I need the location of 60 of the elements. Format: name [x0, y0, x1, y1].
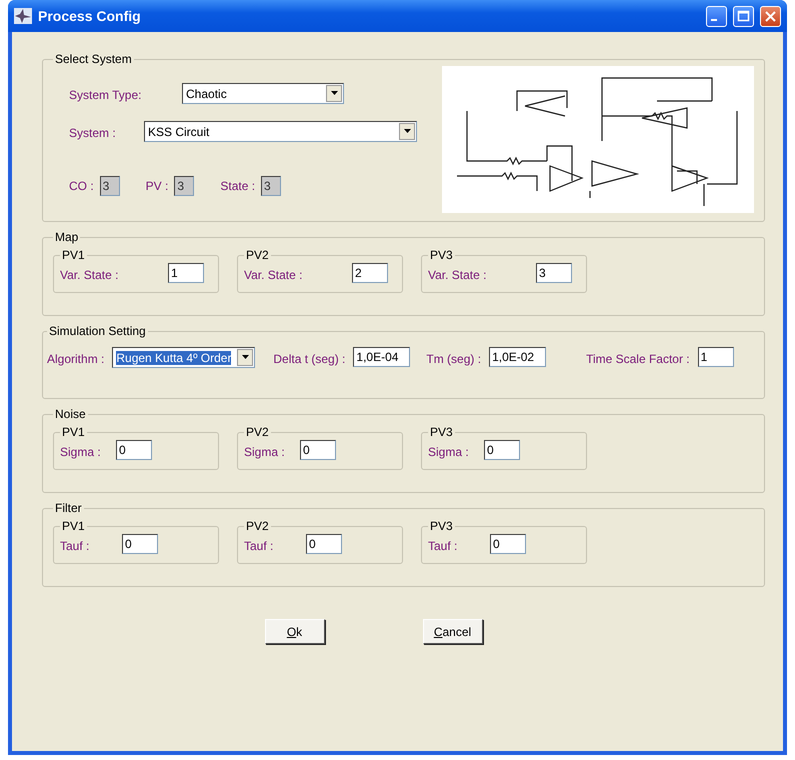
field-label: Algorithm :	[47, 351, 104, 368]
input-field[interactable]: 0	[300, 440, 336, 460]
app-icon	[14, 8, 32, 24]
dialog-button[interactable]: Cancel	[422, 619, 482, 644]
input-field[interactable]: 0	[306, 534, 342, 554]
group-title: PV1	[61, 425, 86, 439]
field-label: PV :	[146, 178, 168, 195]
field-label: System Type:	[69, 87, 142, 104]
field-label: Var. State :	[244, 267, 304, 284]
field-label: Sigma :	[428, 444, 470, 461]
group-title: Select System	[54, 52, 133, 66]
field-label: Tauf :	[60, 538, 90, 555]
minimize-icon	[710, 19, 716, 21]
field-label: Tm (seg) :	[426, 351, 482, 368]
system-type-dropdown[interactable]: Chaotic	[182, 82, 344, 104]
system-dropdown[interactable]: KSS Circuit	[144, 120, 417, 142]
field-label: Sigma :	[60, 444, 102, 461]
field-label: Tauf :	[428, 538, 458, 555]
field-label: Tauf :	[244, 538, 274, 555]
input-field[interactable]: 1	[168, 263, 204, 283]
close-button[interactable]	[760, 6, 781, 26]
input-field[interactable]: 0	[122, 534, 158, 554]
group-title: Map	[54, 230, 80, 244]
field-label: CO :	[69, 178, 94, 195]
maximize-icon	[736, 8, 751, 24]
input-field[interactable]: 1	[698, 347, 734, 367]
input-field[interactable]: 3	[536, 263, 572, 283]
group-title: PV2	[245, 248, 270, 262]
group-title: PV3	[429, 519, 454, 533]
window-title: Process Config	[38, 6, 142, 26]
group-title: Filter	[54, 501, 83, 515]
group-title: PV1	[61, 248, 86, 262]
caret-icon	[404, 129, 410, 133]
field-label: System :	[69, 125, 117, 142]
input-field[interactable]: 1,0E-02	[489, 347, 546, 367]
caret-icon	[242, 355, 249, 359]
group-title: Simulation Setting	[48, 324, 147, 338]
field-label: Var. State :	[428, 267, 488, 284]
field-label: Delta t (seg) :	[273, 351, 346, 368]
field-label: State :	[220, 178, 256, 195]
input-field[interactable]: 0	[484, 440, 520, 460]
group-title: Noise	[54, 407, 87, 421]
group-title: PV3	[429, 248, 454, 262]
dialog-button[interactable]: Ok	[264, 619, 324, 644]
input-field[interactable]: 0	[116, 440, 152, 460]
group-title: PV1	[61, 519, 86, 533]
field-label: Sigma :	[244, 444, 286, 461]
field-label: Time Scale Factor :	[586, 351, 690, 368]
group-title: PV2	[245, 519, 270, 533]
close-icon	[763, 8, 778, 24]
group-title: PV2	[245, 425, 270, 439]
input-field[interactable]: 0	[490, 534, 526, 554]
maximize-button[interactable]	[733, 6, 754, 26]
minimize-button[interactable]	[706, 6, 727, 26]
caret-icon	[330, 91, 338, 95]
input-field[interactable]: 1,0E-04	[353, 347, 410, 367]
field-label: Var. State :	[60, 267, 120, 284]
group-title: PV3	[429, 425, 454, 439]
input-field[interactable]: 2	[352, 263, 388, 283]
algorithm-dropdown[interactable]: Rugen Kutta 4º Order	[112, 346, 256, 368]
